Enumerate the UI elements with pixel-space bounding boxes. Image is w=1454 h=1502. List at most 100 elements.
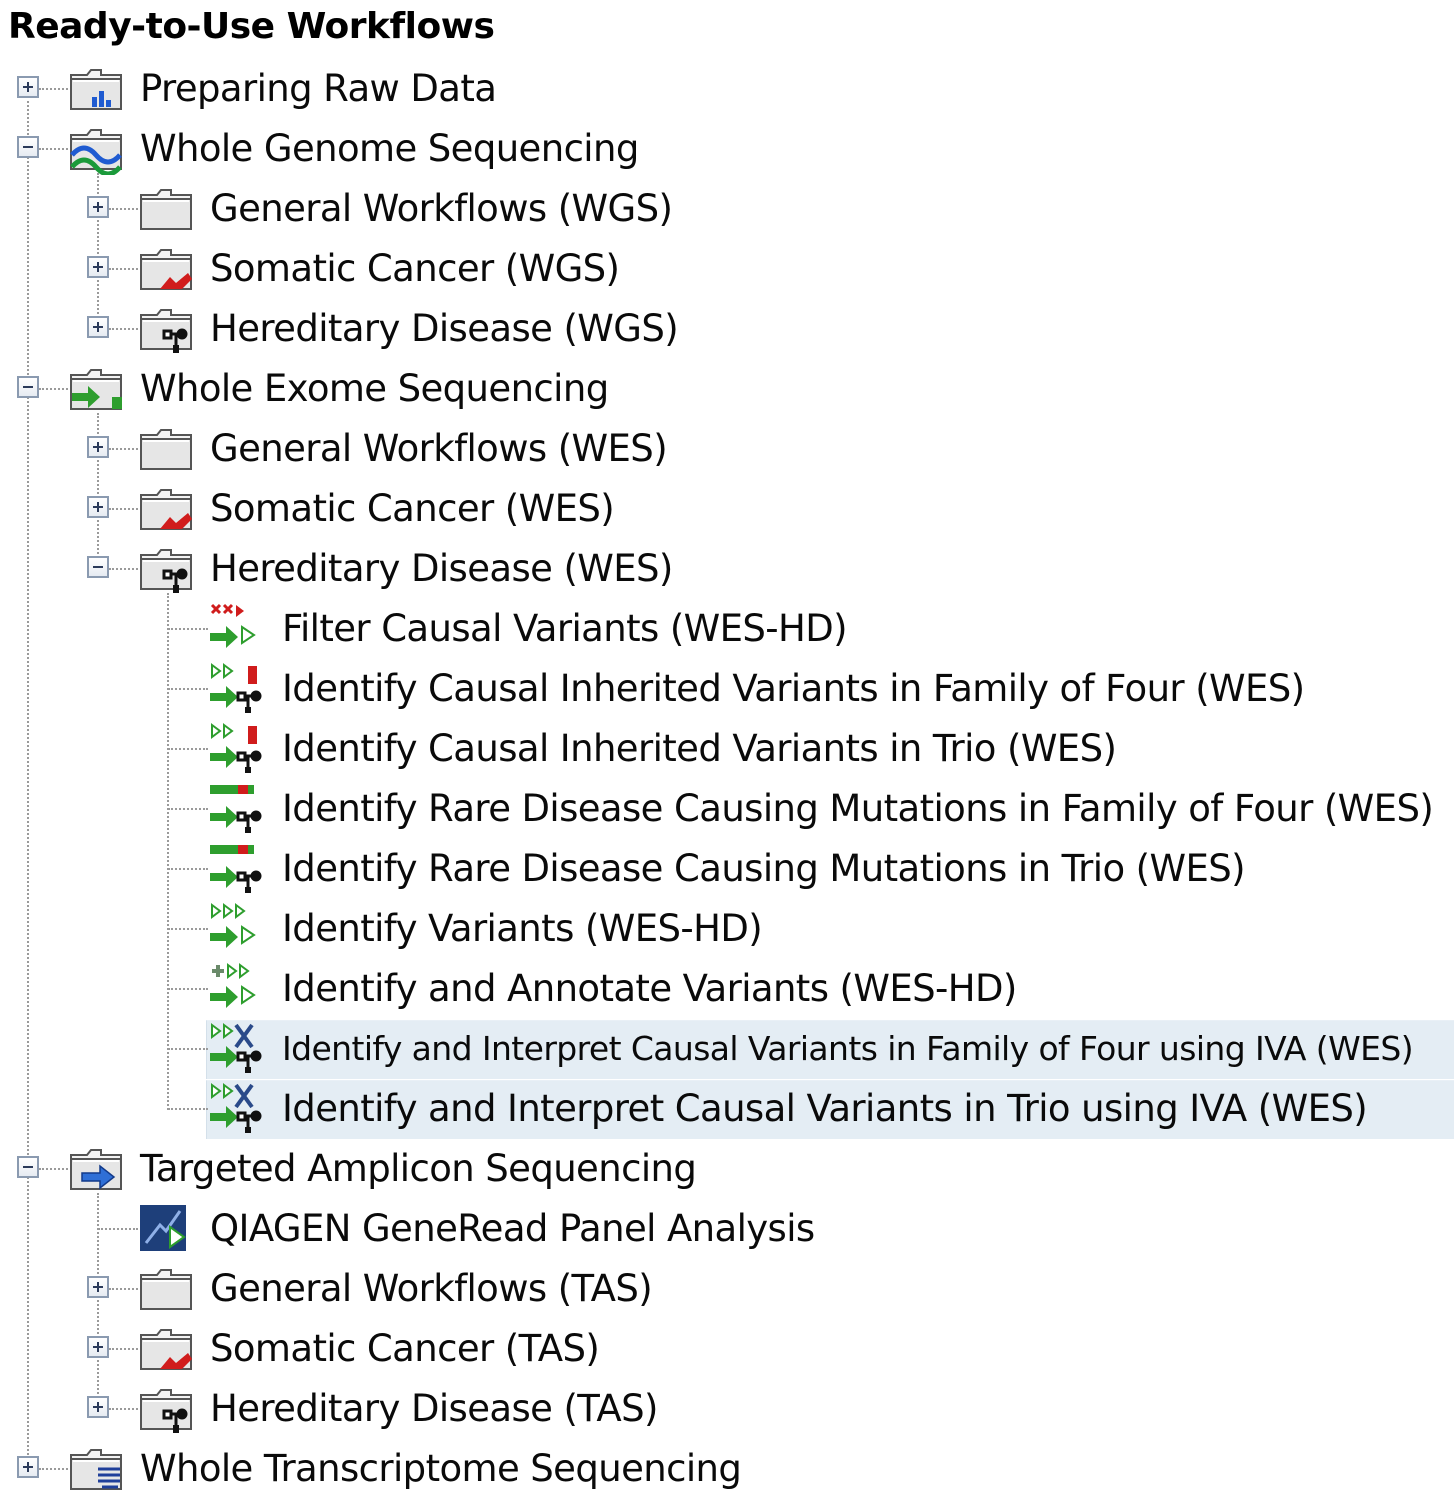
- tree-node-hereditary-disease-wes[interactable]: Hereditary Disease (WES): [0, 539, 1454, 599]
- workflow-iva-family-icon: [208, 1023, 266, 1075]
- folder-icon: [138, 1263, 196, 1315]
- tree-connector: [168, 628, 208, 630]
- tree-node-identify-annotate-variants[interactable]: Identify and Annotate Variants (WES-HD): [0, 959, 1454, 1019]
- tree-node-label: Identify Rare Disease Causing Mutations …: [282, 847, 1246, 890]
- tree-connector: [109, 1408, 138, 1410]
- tree-node-whole-transcriptome-sequencing[interactable]: Whole Transcriptome Sequencing: [0, 1439, 1454, 1499]
- tree-node-qiagen-generead-panel[interactable]: QIAGEN GeneRead Panel Analysis: [0, 1199, 1454, 1259]
- folder-dna-icon: [68, 123, 126, 175]
- tree-node-label: Whole Exome Sequencing: [140, 367, 609, 410]
- tree-connector: [39, 1468, 68, 1470]
- tree-connector: [109, 568, 138, 570]
- expand-icon[interactable]: [87, 496, 109, 518]
- workflow-trio-icon: [208, 723, 266, 775]
- tree-node-label: Identify and Interpret Causal Variants i…: [282, 1087, 1368, 1130]
- tree-connector: [168, 688, 208, 690]
- folder-pedigree-icon: [138, 303, 196, 355]
- tree-connector: [168, 988, 208, 990]
- folder-icon: [138, 423, 196, 475]
- tree-node-label: Whole Genome Sequencing: [140, 127, 639, 170]
- collapse-icon[interactable]: [87, 556, 109, 578]
- tree-connector: [109, 448, 138, 450]
- workflow-family-icon: [208, 663, 266, 715]
- tree-node-identify-interpret-trio-iva[interactable]: Identify and Interpret Causal Variants i…: [0, 1079, 1454, 1139]
- tree-node-label: General Workflows (TAS): [210, 1267, 653, 1310]
- tree-node-label: Identify Variants (WES-HD): [282, 907, 763, 950]
- expand-icon[interactable]: [87, 1276, 109, 1298]
- tree-node-label: Identify and Annotate Variants (WES-HD): [282, 967, 1017, 1010]
- tree-node-identify-causal-inherited-trio[interactable]: Identify Causal Inherited Variants in Tr…: [0, 719, 1454, 779]
- tree-node-somatic-cancer-tas[interactable]: Somatic Cancer (TAS): [0, 1319, 1454, 1379]
- collapse-icon[interactable]: [17, 136, 39, 158]
- tree-node-label: General Workflows (WES): [210, 427, 668, 470]
- tree-node-somatic-cancer-wgs[interactable]: Somatic Cancer (WGS): [0, 239, 1454, 299]
- tree-node-general-workflows-tas[interactable]: General Workflows (TAS): [0, 1259, 1454, 1319]
- tree-connector: [168, 1108, 208, 1110]
- tree-connector: [39, 1168, 68, 1170]
- tree-connector: [39, 88, 68, 90]
- tree-node-general-workflows-wgs[interactable]: General Workflows (WGS): [0, 179, 1454, 239]
- expand-icon[interactable]: [87, 316, 109, 338]
- tree-connector: [168, 1048, 208, 1050]
- expand-icon[interactable]: [87, 196, 109, 218]
- expand-icon[interactable]: [17, 76, 39, 98]
- tree-node-hereditary-disease-wgs[interactable]: Hereditary Disease (WGS): [0, 299, 1454, 359]
- tree-connector: [109, 208, 138, 210]
- folder-cancer-icon: [138, 483, 196, 535]
- folder-transcriptome-icon: [68, 1443, 126, 1495]
- tree-node-label: Hereditary Disease (TAS): [210, 1387, 658, 1430]
- tree-node-filter-causal-variants[interactable]: Filter Causal Variants (WES-HD): [0, 599, 1454, 659]
- tree-node-identify-variants-wes-hd[interactable]: Identify Variants (WES-HD): [0, 899, 1454, 959]
- tree-connector: [98, 1228, 138, 1230]
- tree-node-label: Hereditary Disease (WES): [210, 547, 673, 590]
- tree-node-somatic-cancer-wes[interactable]: Somatic Cancer (WES): [0, 479, 1454, 539]
- folder-exome-icon: [68, 363, 126, 415]
- tree-node-identify-interpret-family-four-iva[interactable]: Identify and Interpret Causal Variants i…: [0, 1019, 1454, 1079]
- tree-connector: [109, 268, 138, 270]
- tree-node-identify-rare-disease-trio[interactable]: Identify Rare Disease Causing Mutations …: [0, 839, 1454, 899]
- tree-node-identify-rare-disease-family-four[interactable]: Identify Rare Disease Causing Mutations …: [0, 779, 1454, 839]
- tree-node-label: Whole Transcriptome Sequencing: [140, 1447, 742, 1490]
- tree-connector: [39, 388, 68, 390]
- tree-node-identify-causal-inherited-family-four[interactable]: Identify Causal Inherited Variants in Fa…: [0, 659, 1454, 719]
- tree-connector: [168, 748, 208, 750]
- workflow-tree: Preparing Raw Data Whole Genome Sequenci…: [0, 0, 1454, 1502]
- tree-node-label: Hereditary Disease (WGS): [210, 307, 679, 350]
- tree-node-label: Filter Causal Variants (WES-HD): [282, 607, 848, 650]
- tree-node-label: QIAGEN GeneRead Panel Analysis: [210, 1207, 815, 1250]
- tree-connector: [109, 508, 138, 510]
- folder-cancer-icon: [138, 243, 196, 295]
- tree-node-general-workflows-wes[interactable]: General Workflows (WES): [0, 419, 1454, 479]
- folder-pedigree-icon: [138, 1383, 196, 1435]
- tree-connector: [168, 808, 208, 810]
- tree-node-label: Somatic Cancer (WGS): [210, 247, 620, 290]
- tree-node-label: Somatic Cancer (WES): [210, 487, 615, 530]
- expand-icon[interactable]: [17, 1456, 39, 1478]
- tree-node-targeted-amplicon-sequencing[interactable]: Targeted Amplicon Sequencing: [0, 1139, 1454, 1199]
- collapse-icon[interactable]: [17, 376, 39, 398]
- workflow-rare-trio-icon: [208, 843, 266, 895]
- tree-connector: [168, 928, 208, 930]
- tree-node-label: Identify Causal Inherited Variants in Tr…: [282, 727, 1117, 770]
- workflow-iva-trio-icon: [208, 1083, 266, 1135]
- expand-icon[interactable]: [87, 1336, 109, 1358]
- folder-pedigree-icon: [138, 543, 196, 595]
- expand-icon[interactable]: [87, 1396, 109, 1418]
- tree-connector: [109, 328, 138, 330]
- collapse-icon[interactable]: [17, 1156, 39, 1178]
- tree-node-whole-genome-sequencing[interactable]: Whole Genome Sequencing: [0, 119, 1454, 179]
- workflow-filter-icon: [208, 603, 266, 655]
- folder-icon: [138, 183, 196, 235]
- tree-node-whole-exome-sequencing[interactable]: Whole Exome Sequencing: [0, 359, 1454, 419]
- folder-amplicon-icon: [68, 1143, 126, 1195]
- tree-node-preparing-raw-data[interactable]: Preparing Raw Data: [0, 59, 1454, 119]
- tree-node-label: Somatic Cancer (TAS): [210, 1327, 600, 1370]
- workflow-variants-icon: [208, 903, 266, 955]
- expand-icon[interactable]: [87, 436, 109, 458]
- tree-connector: [39, 148, 68, 150]
- tree-connector: [168, 868, 208, 870]
- expand-icon[interactable]: [87, 256, 109, 278]
- tree-node-label: Identify Causal Inherited Variants in Fa…: [282, 667, 1305, 710]
- tree-node-hereditary-disease-tas[interactable]: Hereditary Disease (TAS): [0, 1379, 1454, 1439]
- tree-node-label: Targeted Amplicon Sequencing: [140, 1147, 697, 1190]
